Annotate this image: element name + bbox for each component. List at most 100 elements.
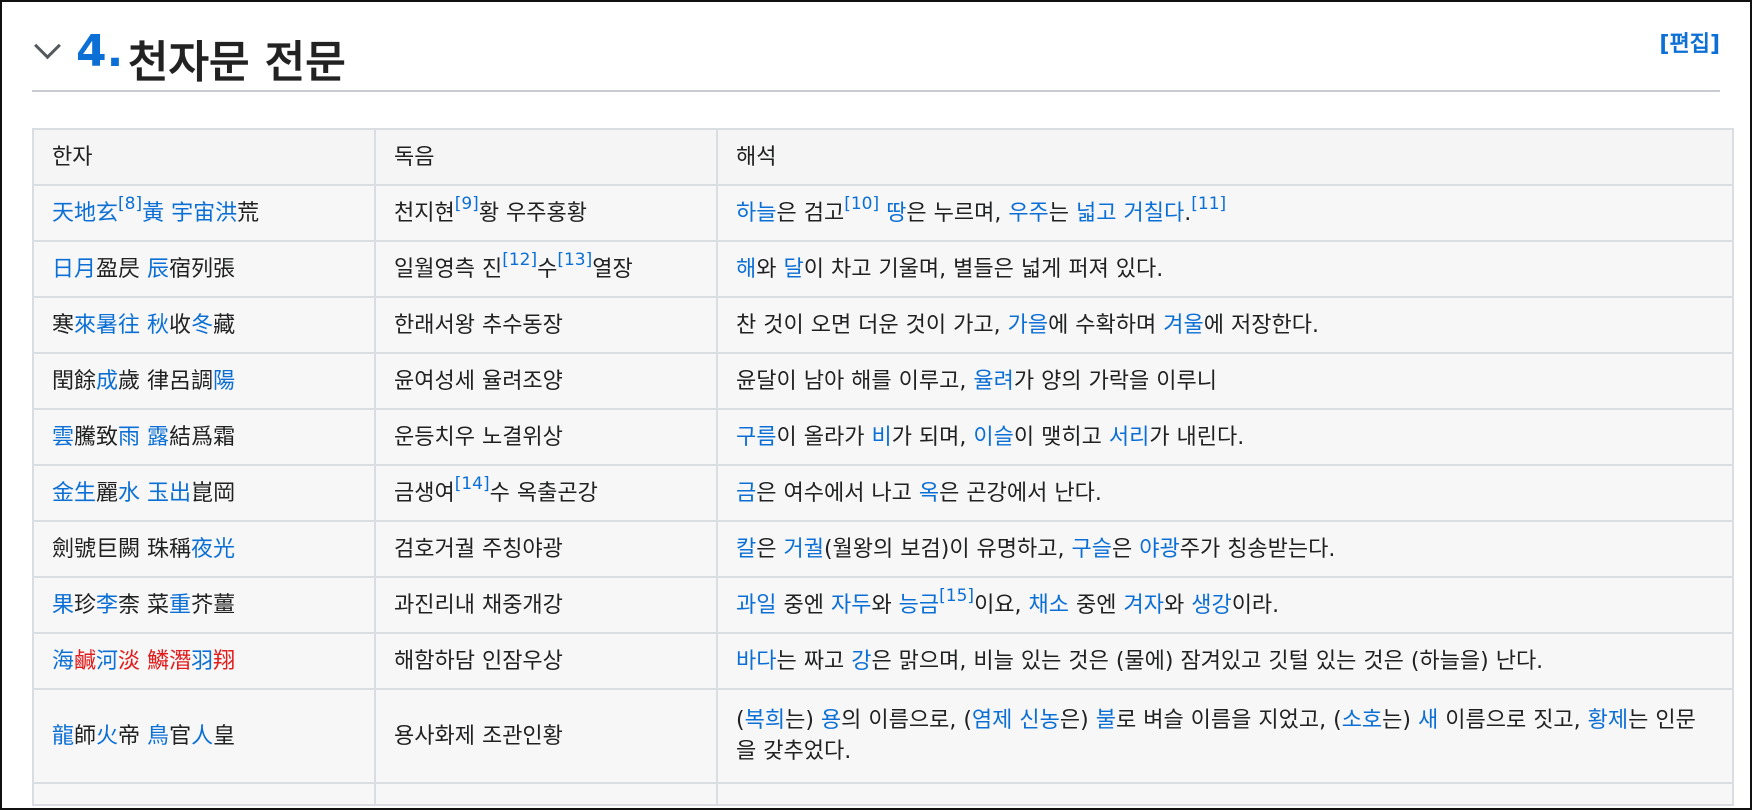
reading-cell: 금생여[14]수 옥출곤강 xyxy=(374,464,718,522)
cell-text: 은 맑으며, 비늘 있는 것은 (물에) 잠겨있고 깃털 있는 것은 (하늘을)… xyxy=(871,648,1544,674)
wiki-link[interactable]: 새 xyxy=(1418,708,1438,733)
wiki-link[interactable]: 구슬 xyxy=(1072,537,1112,562)
wiki-link[interactable]: 우주 xyxy=(1008,201,1048,226)
wiki-link[interactable]: 옥 xyxy=(919,481,939,506)
wiki-link[interactable]: 해 xyxy=(736,257,756,282)
wiki-link[interactable]: 겨자 xyxy=(1123,593,1163,618)
footnote-link[interactable]: [11] xyxy=(1191,194,1226,214)
wiki-link[interactable]: 雲 xyxy=(52,425,74,450)
wiki-link[interactable]: 염제 xyxy=(972,708,1012,733)
wiki-link[interactable]: 겨울 xyxy=(1163,313,1203,338)
cell-text: 는) xyxy=(1382,708,1418,733)
cell-text xyxy=(140,649,147,674)
wiki-link[interactable]: 금 xyxy=(736,481,756,506)
wiki-link[interactable]: 冬 xyxy=(191,313,213,338)
wiki-link[interactable]: 신농 xyxy=(1019,708,1059,733)
cell-text: 황 우주홍황 xyxy=(478,200,588,226)
wiki-link[interactable]: 복희 xyxy=(745,708,785,733)
wiki-link[interactable]: 辰 xyxy=(147,257,169,282)
footnote-link[interactable]: [9] xyxy=(455,194,479,214)
missing-link[interactable]: 鹹 xyxy=(74,649,96,674)
missing-link[interactable]: 鱗潛 xyxy=(147,649,191,674)
wiki-link[interactable]: 宇宙洪 xyxy=(171,201,237,226)
wiki-link[interactable]: 황제 xyxy=(1588,708,1628,733)
wiki-link[interactable]: 용 xyxy=(821,708,841,733)
footnote-link[interactable]: [10] xyxy=(844,194,879,214)
wiki-link[interactable]: 비 xyxy=(871,425,891,450)
wiki-link[interactable]: 水 xyxy=(118,481,140,506)
wiki-link[interactable]: 人 xyxy=(191,724,213,749)
wiki-link[interactable]: 땅 xyxy=(886,201,906,226)
cell-text: 宿列張 xyxy=(169,256,236,282)
wiki-link[interactable]: 칼 xyxy=(736,537,756,562)
wiki-link[interactable]: 鳥 xyxy=(147,724,169,749)
wiki-link[interactable]: 金生 xyxy=(52,481,96,506)
wiki-link[interactable]: 가을 xyxy=(1008,313,1048,338)
wiki-link[interactable]: 생강 xyxy=(1191,593,1231,618)
wiki-link[interactable]: 陽 xyxy=(213,369,235,394)
wiki-link[interactable]: 重 xyxy=(169,593,191,618)
cell-text: 수 옥출곤강 xyxy=(489,480,598,506)
wiki-link[interactable]: 天地玄 xyxy=(52,201,118,226)
wiki-link[interactable]: 海 xyxy=(52,649,74,674)
wiki-link[interactable]: 채소 xyxy=(1029,593,1069,618)
wiki-link[interactable]: 하늘 xyxy=(736,201,776,226)
cell-text: 에 저장한다. xyxy=(1203,312,1319,338)
edit-link[interactable]: [편집] xyxy=(1659,26,1720,58)
wiki-link[interactable]: 능금 xyxy=(899,593,939,618)
wiki-link[interactable]: 강 xyxy=(851,649,871,674)
cell-text: 閏餘 xyxy=(52,368,97,394)
wiki-link[interactable]: 來暑往 xyxy=(74,313,140,338)
cell-text: 해함하담 인잠우상 xyxy=(394,648,563,674)
wiki-link[interactable]: 야광 xyxy=(1139,537,1179,562)
wiki-link[interactable]: 자두 xyxy=(831,593,871,618)
wiki-link[interactable]: 이슬 xyxy=(973,425,1013,450)
hanja-cell: 日月盈昃 辰宿列張 xyxy=(32,240,376,298)
wiki-link[interactable]: 成 xyxy=(96,369,118,394)
wiki-link[interactable]: 바다 xyxy=(736,649,776,674)
reading-cell: 윤여성세 율려조양 xyxy=(374,352,718,410)
wiki-link[interactable]: 日月 xyxy=(52,257,96,282)
hanja-cell: 雲騰致雨 露結爲霜 xyxy=(32,408,376,466)
wiki-link[interactable]: 果 xyxy=(52,593,74,618)
footnote-link[interactable]: [14] xyxy=(455,474,490,494)
cell-text: 寒 xyxy=(52,312,75,338)
wiki-link[interactable]: 龍 xyxy=(52,724,74,749)
wiki-link[interactable]: 과일 xyxy=(736,593,776,618)
wiki-link[interactable]: 불 xyxy=(1096,708,1116,733)
wiki-link[interactable]: 율려 xyxy=(973,369,1013,394)
footnote-link[interactable]: [12] xyxy=(502,250,537,270)
missing-link[interactable]: 淡 xyxy=(118,649,140,674)
footnote-link[interactable]: [15] xyxy=(939,586,974,606)
meaning-cell: (복희는) 용의 이름으로, (염제 신농은) 불로 벼슬 이름을 지었고, (… xyxy=(716,688,1734,784)
hanja-cell: 金生麗水 玉出崑岡 xyxy=(32,464,376,522)
wiki-link[interactable]: 서리 xyxy=(1109,425,1149,450)
cell-text xyxy=(140,425,147,450)
wiki-link[interactable]: 구름 xyxy=(736,425,776,450)
wiki-link[interactable]: 羽 xyxy=(191,649,213,674)
wiki-link[interactable]: 河 xyxy=(96,649,118,674)
wiki-link[interactable]: 李 xyxy=(96,593,118,618)
hanja-cell: 閏餘成歲 律呂調陽 xyxy=(32,352,376,410)
cell-text: 은 xyxy=(756,536,784,562)
chevron-down-icon[interactable] xyxy=(34,32,61,60)
wiki-link[interactable]: 黃 xyxy=(142,201,164,226)
wiki-link[interactable]: 雨 xyxy=(118,425,140,450)
wiki-link[interactable]: 火 xyxy=(96,724,118,749)
wiki-link[interactable]: 거칠다 xyxy=(1124,201,1185,226)
footnote-link[interactable]: [13] xyxy=(557,250,592,270)
footnote-link[interactable]: [8] xyxy=(118,194,142,214)
wiki-link[interactable]: 달 xyxy=(783,257,803,282)
section-number[interactable]: 4. xyxy=(76,26,123,77)
cell-text: 柰 菜 xyxy=(118,592,170,618)
wiki-link[interactable]: 秋 xyxy=(147,313,169,338)
wiki-link[interactable]: 玉出 xyxy=(147,481,191,506)
wiki-link[interactable]: 露 xyxy=(147,425,169,450)
wiki-link[interactable]: 넓고 xyxy=(1076,201,1116,226)
missing-link[interactable]: 翔 xyxy=(213,649,235,674)
wiki-link[interactable]: 소호 xyxy=(1342,708,1382,733)
wiki-link[interactable]: 夜光 xyxy=(191,537,235,562)
wiki-link[interactable]: 거궐 xyxy=(783,537,823,562)
cell-text: 芥薑 xyxy=(191,592,236,618)
table-row: 日月盈昃 辰宿列張 일월영측 진[12]수[13]열장 해와 달이 차고 기울며, … xyxy=(32,240,1734,298)
